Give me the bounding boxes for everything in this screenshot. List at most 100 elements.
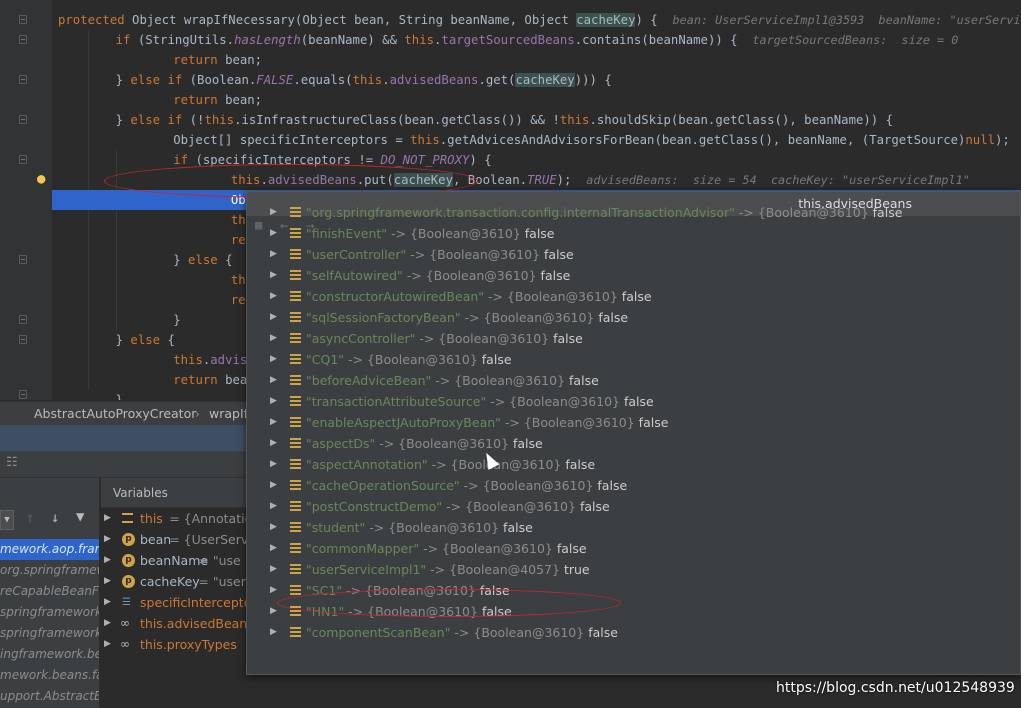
stack-frame[interactable]: mework.beans.fa xyxy=(0,665,99,686)
map-entry-row[interactable]: ▶ "userController" -> {Boolean@3610} fals… xyxy=(247,244,1020,265)
map-entry-row[interactable]: ▶ "aspectAnnotation" -> {Boolean@3610} fa… xyxy=(247,454,1020,475)
map-entry-row[interactable]: ▶ "asyncController" -> {Boolean@3610} fal… xyxy=(247,328,1020,349)
fold-marker[interactable] xyxy=(19,75,27,84)
map-entry-row[interactable]: ▶ "beforeAdviceBean" -> {Boolean@3610} fa… xyxy=(247,370,1020,391)
stack-frame[interactable]: reCapableBeanFa xyxy=(0,581,99,602)
map-entry-row[interactable]: ▶ "userServiceImpl1" -> {Boolean@4057} tr… xyxy=(247,559,1020,580)
expand-icon[interactable]: ▶ xyxy=(104,508,111,529)
expand-icon[interactable]: ▶ xyxy=(270,391,277,412)
map-entry-row[interactable]: ▶ "org.springframework.transaction.config… xyxy=(247,202,1020,223)
expand-icon[interactable]: ▶ xyxy=(270,454,277,475)
expand-icon[interactable]: ▶ xyxy=(270,601,277,622)
expand-icon[interactable]: ▶ xyxy=(270,538,277,559)
fold-marker[interactable] xyxy=(19,35,27,44)
map-entry-row[interactable]: ▶ "aspectDs" -> {Boolean@3610} false xyxy=(247,433,1020,454)
expand-icon[interactable]: ▶ xyxy=(270,286,277,307)
variable-row[interactable]: ▶ p cacheKey = "userS xyxy=(101,571,254,592)
map-entry-icon xyxy=(290,228,301,238)
expand-icon[interactable]: ▶ xyxy=(270,433,277,454)
stack-frame[interactable]: upport.AbstractBe xyxy=(0,686,99,707)
arrow-down-icon[interactable]: ↓ xyxy=(51,510,59,526)
thread-dropdown[interactable]: ▼ xyxy=(0,510,14,530)
expand-icon[interactable]: ▶ xyxy=(270,412,277,433)
variable-row[interactable]: ▶ p bean = {UserServi xyxy=(101,529,252,550)
stack-frame[interactable]: org.springframew xyxy=(0,560,99,581)
breadcrumb-method[interactable]: wrapIf xyxy=(209,402,248,425)
code-token: TRUE xyxy=(527,173,557,187)
map-entry-row[interactable]: ▶ "cacheOperationSource" -> {Boolean@3610… xyxy=(247,475,1020,496)
entry-value: false xyxy=(597,478,628,493)
code-line[interactable]: Object[] specificInterceptors = this.get… xyxy=(52,130,1021,150)
entry-type: -> {Boolean@3610} xyxy=(375,436,513,451)
expand-icon[interactable]: ▶ xyxy=(104,613,111,634)
expand-icon[interactable]: ▶ xyxy=(270,265,277,286)
fold-marker[interactable] xyxy=(19,390,27,399)
code-line[interactable]: } else if (!this.isInfrastructureClass(b… xyxy=(52,110,1021,130)
expand-icon[interactable]: ▶ xyxy=(270,580,277,601)
map-entry-row[interactable]: ▶ "commonMapper" -> {Boolean@3610} false xyxy=(247,538,1020,559)
stack-frame[interactable]: mework.aop.fram xyxy=(0,539,99,560)
map-entry-row[interactable]: ▶ "sqlSessionFactoryBean" -> {Boolean@361… xyxy=(247,307,1020,328)
map-entry-row[interactable]: ▶ "finishEvent" -> {Boolean@3610} false xyxy=(247,223,1020,244)
code-token: this xyxy=(204,113,235,127)
map-entry-row[interactable]: ▶ "enableAspectJAutoProxyBean" -> {Boolea… xyxy=(247,412,1020,433)
fold-marker[interactable] xyxy=(19,255,27,264)
code-token: } xyxy=(114,253,189,267)
fold-marker[interactable] xyxy=(19,335,27,344)
map-entry-row[interactable]: ▶ "postConstructDemo" -> {Boolean@3610} f… xyxy=(247,496,1020,517)
stack-frame[interactable]: springframework. xyxy=(0,602,99,623)
variable-row[interactable]: ▶ p beanName = "use xyxy=(101,550,251,571)
expand-icon[interactable]: ▶ xyxy=(104,592,111,613)
variable-row[interactable]: ▶ ☰ specificInterceptor xyxy=(101,592,256,613)
map-entry-row[interactable]: ▶ "componentScanBean" -> {Boolean@3610} f… xyxy=(247,622,1020,643)
code-line[interactable]: if (StringUtils.hasLength(beanName) && t… xyxy=(52,30,1021,50)
lightbulb-icon[interactable]: ● xyxy=(37,171,45,187)
fold-marker[interactable] xyxy=(19,315,27,324)
expand-icon[interactable]: ▶ xyxy=(104,634,111,655)
entry-value: false xyxy=(540,268,571,283)
code-token: .shouldSkip(bean.getClass(), beanName)) … xyxy=(589,113,894,127)
expand-icon[interactable]: ▶ xyxy=(270,202,277,223)
variable-row[interactable]: ▶ this = {Annotation xyxy=(101,508,260,529)
expand-icon[interactable]: ▶ xyxy=(270,370,277,391)
entry-key: "userServiceImpl1" xyxy=(306,562,427,577)
map-entry-row[interactable]: ▶ "transactionAttributeSource" -> {Boolea… xyxy=(247,391,1020,412)
code-line[interactable]: protected Object wrapIfNecessary(Object … xyxy=(52,10,1021,30)
map-entry-row[interactable]: ▶ "selfAutowired" -> {Boolean@3610} false xyxy=(247,265,1020,286)
expand-icon[interactable]: ▶ xyxy=(270,307,277,328)
expand-icon[interactable]: ▶ xyxy=(270,349,277,370)
code-line[interactable]: } else if (Boolean.FALSE.equals(this.adv… xyxy=(52,70,1021,90)
expand-icon[interactable]: ▶ xyxy=(270,559,277,580)
expand-icon[interactable]: ▶ xyxy=(270,244,277,265)
expand-icon[interactable]: ▶ xyxy=(270,622,277,643)
layout-icon[interactable]: ☷ xyxy=(6,455,18,470)
editor-gutter: ● xyxy=(0,0,52,400)
map-entry-row[interactable]: ▶ "student" -> {Boolean@3610} false xyxy=(247,517,1020,538)
expand-icon[interactable]: ▶ xyxy=(104,550,111,571)
stack-frame[interactable]: springframework. xyxy=(0,623,99,644)
expand-icon[interactable]: ▶ xyxy=(270,475,277,496)
code-line[interactable]: return bean; xyxy=(52,90,1021,110)
code-line[interactable]: return bean; xyxy=(52,50,1021,70)
expand-icon[interactable]: ▶ xyxy=(270,496,277,517)
filter-icon[interactable]: ▼ xyxy=(76,509,84,525)
map-entry-row[interactable]: ▶ "constructorAutowiredBean" -> {Boolean@… xyxy=(247,286,1020,307)
variable-value: = "use xyxy=(198,553,241,568)
arrow-up-icon[interactable]: ↑ xyxy=(26,510,34,526)
variable-row[interactable]: ▶∞this.proxyTypes = xyxy=(101,634,260,655)
fold-marker[interactable] xyxy=(19,15,27,24)
expand-icon[interactable]: ▶ xyxy=(104,529,111,550)
expand-icon[interactable]: ▶ xyxy=(270,223,277,244)
breadcrumb-class[interactable]: AbstractAutoProxyCreator xyxy=(34,402,196,425)
map-entry-row[interactable]: ▶ "CQ1" -> {Boolean@3610} false xyxy=(247,349,1020,370)
expand-icon[interactable]: ▶ xyxy=(270,517,277,538)
expand-icon[interactable]: ▶ xyxy=(270,328,277,349)
fold-marker[interactable] xyxy=(19,155,27,164)
expand-icon[interactable]: ▶ xyxy=(104,571,111,592)
stack-frame[interactable]: ingframework.be xyxy=(0,644,99,665)
fold-marker[interactable] xyxy=(19,115,27,124)
code-token: this xyxy=(352,73,383,87)
variable-row[interactable]: ▶ ∞ this.advisedBeans xyxy=(101,613,254,634)
map-entry-icon xyxy=(290,564,301,574)
